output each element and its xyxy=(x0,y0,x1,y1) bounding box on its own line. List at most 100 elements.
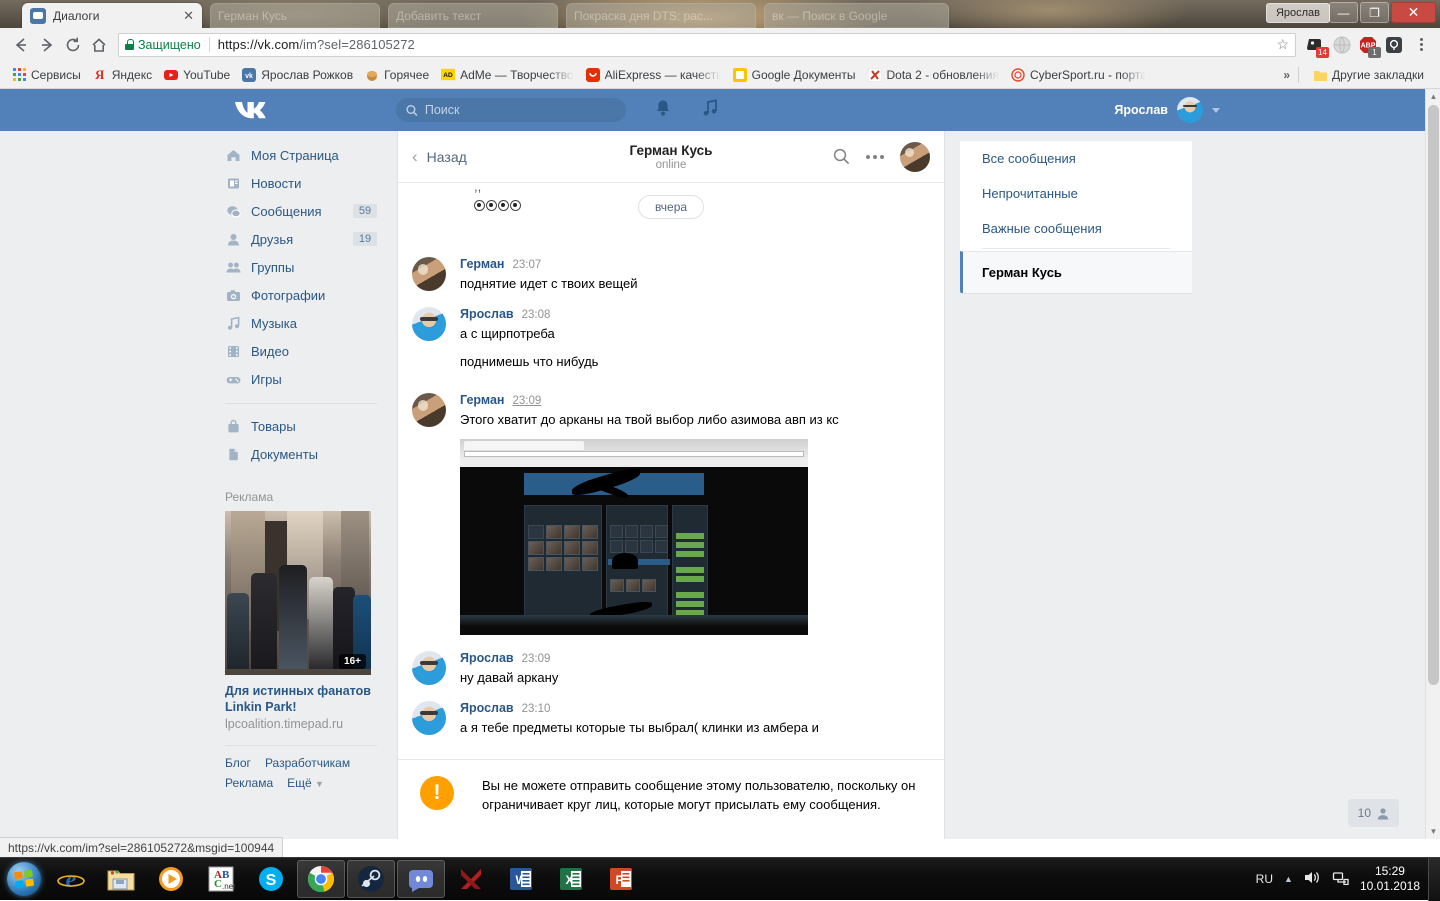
message-item[interactable]: Ярослав 23:08 а с щирпотреба xyxy=(398,307,944,343)
footer-link-ads[interactable]: Реклама xyxy=(225,776,273,790)
vk-search-box[interactable] xyxy=(396,98,626,122)
sidebar-item-friends[interactable]: Друзья 19 xyxy=(225,225,377,253)
scroll-down-arrow[interactable]: ▼ xyxy=(1426,824,1440,839)
scrollbar-thumb[interactable] xyxy=(1428,105,1439,685)
sidebar-item-music[interactable]: Музыка xyxy=(225,309,377,337)
start-button[interactable] xyxy=(2,860,46,898)
browser-profile-chip[interactable]: Ярослав xyxy=(1266,3,1330,23)
message-item[interactable]: Герман 23:07 поднятие идет с твоих вещей xyxy=(398,257,944,293)
location-extension-icon[interactable] xyxy=(1382,33,1406,57)
taskbar-file-explorer[interactable] xyxy=(97,860,145,898)
language-indicator[interactable]: RU xyxy=(1256,872,1273,886)
sidebar-item-documents[interactable]: Документы xyxy=(225,440,377,468)
scroll-up-arrow[interactable]: ▲ xyxy=(1426,89,1440,104)
show-desktop-button[interactable] xyxy=(1428,858,1440,901)
avatar[interactable] xyxy=(412,257,446,291)
avatar[interactable] xyxy=(412,651,446,685)
show-hidden-icons-arrow[interactable]: ▲ xyxy=(1284,874,1293,884)
avatar[interactable] xyxy=(412,393,446,427)
footer-link-more[interactable]: Ещё ▼ xyxy=(287,776,324,790)
sidebar-item-photos[interactable]: Фотографии xyxy=(225,281,377,309)
conversation-list-item-active[interactable]: Герман Кусь xyxy=(960,251,1192,293)
footer-link-developers[interactable]: Разработчикам xyxy=(265,756,350,770)
message-author[interactable]: Герман xyxy=(460,257,504,271)
close-button[interactable]: ✕ xyxy=(1391,2,1436,23)
message-author[interactable]: Ярослав xyxy=(460,307,514,321)
page-scrollbar[interactable]: ▲ ▼ xyxy=(1425,89,1440,839)
sidebar-item-messages[interactable]: Сообщения 59 xyxy=(225,197,377,225)
download-manager-extension-icon[interactable]: 14 xyxy=(1304,33,1328,57)
browser-tab-inactive-1[interactable]: Герман Кусь xyxy=(210,3,380,28)
bookmark-yandex[interactable]: Я Яндекс xyxy=(87,65,158,85)
chrome-menu-icon[interactable] xyxy=(1410,38,1432,51)
taskbar-google-chrome[interactable] xyxy=(297,860,345,898)
taskbar-abbyy-finereader[interactable]: A B C .net xyxy=(197,860,245,898)
bookmark-youtube[interactable]: YouTube xyxy=(158,65,236,85)
bookmark-star-icon[interactable]: ☆ xyxy=(1276,36,1289,53)
message-item[interactable]: Герман 23:09 Этого хватит до арканы на т… xyxy=(398,393,944,635)
back-arrow-icon[interactable] xyxy=(8,32,34,58)
forward-arrow-icon[interactable] xyxy=(34,32,60,58)
adblock-plus-extension-icon[interactable]: ABP 1 xyxy=(1356,33,1380,57)
music-note-icon[interactable] xyxy=(702,99,718,122)
avatar[interactable] xyxy=(412,307,446,341)
search-input[interactable] xyxy=(425,103,616,117)
bookmark-cybersport[interactable]: CyberSport.ru - портал xyxy=(1005,65,1152,85)
bookmark-adme[interactable]: AD AdMe — Творчество xyxy=(435,65,579,85)
bookmark-services[interactable]: Сервисы xyxy=(6,65,87,85)
minimize-button[interactable]: — xyxy=(1329,2,1358,23)
address-bar[interactable]: Защищено https://vk.com/im?sel=286105272… xyxy=(118,33,1296,57)
home-icon[interactable] xyxy=(86,32,112,58)
bookmark-vk-profile[interactable]: vk Ярослав Рожков xyxy=(236,65,359,85)
more-options-icon[interactable] xyxy=(866,155,884,159)
bookmark-aliexpress[interactable]: AliExpress — качество xyxy=(580,65,727,85)
message-item[interactable]: Ярослав 23:10 а я тебе предметы которые … xyxy=(398,701,944,737)
close-icon[interactable]: ✕ xyxy=(183,8,194,24)
sidebar-item-my-page[interactable]: Моя Страница xyxy=(225,141,377,169)
avatar[interactable] xyxy=(412,701,446,735)
message-attachment-image[interactable] xyxy=(460,439,808,635)
clock[interactable]: 15:29 10.01.2018 xyxy=(1360,864,1420,894)
vk-logo[interactable] xyxy=(232,98,270,127)
peer-avatar[interactable] xyxy=(900,142,930,172)
back-button[interactable]: ‹ Назад xyxy=(412,148,467,165)
online-users-counter[interactable]: 10 xyxy=(1348,799,1399,827)
avatar[interactable] xyxy=(1177,97,1203,123)
sidebar-advertisement[interactable]: 16+ Для истинных фанатов Linkin Park! lp… xyxy=(225,511,371,731)
bookmarks-overflow-icon[interactable]: » xyxy=(1283,68,1290,82)
ad-image[interactable]: 16+ xyxy=(225,511,371,675)
network-icon[interactable] xyxy=(1332,870,1349,888)
sidebar-item-news[interactable]: Новости xyxy=(225,169,377,197)
taskbar-skype[interactable]: S xyxy=(247,860,295,898)
taskbar-discord[interactable] xyxy=(397,860,445,898)
taskbar-microsoft-word[interactable]: W xyxy=(497,860,545,898)
volume-icon[interactable] xyxy=(1304,870,1321,888)
sidebar-item-goods[interactable]: Товары xyxy=(225,412,377,440)
bell-icon[interactable] xyxy=(655,99,671,122)
filter-all-messages[interactable]: Все сообщения xyxy=(960,141,1192,176)
message-author[interactable]: Герман xyxy=(460,393,504,407)
message-list[interactable]: ,, вчера Герман 23:07 поднятие и xyxy=(398,183,944,759)
sidebar-item-games[interactable]: Игры xyxy=(225,365,377,393)
taskbar-steam[interactable] xyxy=(347,860,395,898)
vk-account-menu[interactable]: Ярослав xyxy=(1114,97,1220,123)
globe-extension-icon[interactable] xyxy=(1330,33,1354,57)
taskbar-windows-media-player[interactable] xyxy=(147,860,195,898)
footer-link-blog[interactable]: Блог xyxy=(225,756,251,770)
bookmark-dota2[interactable]: Dota 2 - обновления xyxy=(862,65,1005,85)
ad-title[interactable]: Для истинных фанатов Linkin Park! xyxy=(225,683,371,715)
sidebar-item-groups[interactable]: Группы xyxy=(225,253,377,281)
browser-tab-active[interactable]: Диалоги ✕ xyxy=(22,3,202,28)
other-bookmarks-folder[interactable]: Другие закладки xyxy=(1307,65,1430,85)
bookmark-google-docs[interactable]: Google Документы xyxy=(727,65,862,85)
taskbar-dota2[interactable] xyxy=(447,860,495,898)
filter-important[interactable]: Важные сообщения xyxy=(960,211,1192,246)
message-item[interactable]: Ярослав 23:09 ну давай аркану xyxy=(398,651,944,687)
taskbar-microsoft-excel[interactable]: X xyxy=(547,860,595,898)
message-author[interactable]: Ярослав xyxy=(460,701,514,715)
search-icon[interactable] xyxy=(833,148,850,165)
chevron-down-icon[interactable] xyxy=(1212,108,1220,113)
filter-unread[interactable]: Непрочитанные xyxy=(960,176,1192,211)
taskbar-internet-explorer[interactable]: e xyxy=(47,860,95,898)
browser-tab-inactive-4[interactable]: вк — Поиск в Google xyxy=(764,3,949,28)
